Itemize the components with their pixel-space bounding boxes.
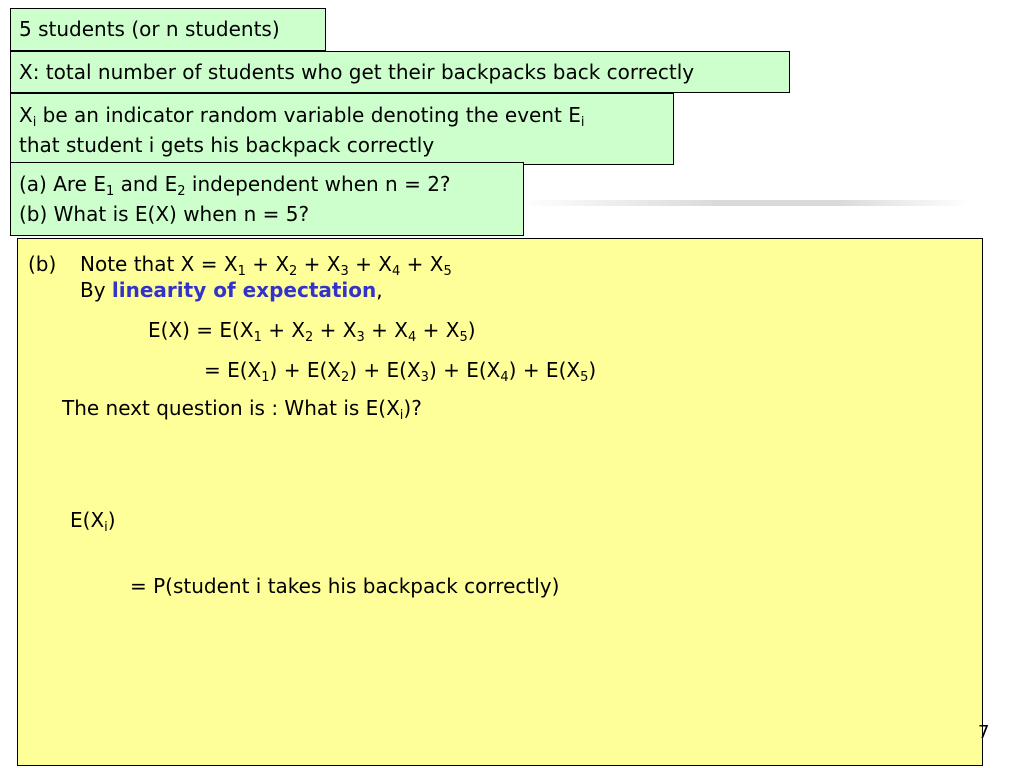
questions-box: (a) Are E1 and E2 independent when n = 2…	[10, 162, 524, 236]
next-question-line: The next question is : What is E(Xi)?	[62, 396, 422, 423]
probability-line: = P(student i takes his backpack correct…	[130, 574, 560, 598]
expectation-line: E(X) = E(X1 + X2 + X3 + X4 + X5)	[148, 318, 476, 345]
problem-statement-box: 5 students (or n students)	[10, 8, 326, 51]
solution-box: (b) Note that X = X1 + X2 + X3 + X4 + X5…	[17, 238, 983, 766]
definition-x-box: X: total number of students who get thei…	[10, 51, 790, 93]
page-number: 7	[978, 722, 990, 743]
exi-line: E(Xi)	[70, 508, 116, 535]
linearity-line: By linearity of expectation,	[80, 278, 383, 302]
definition-xi-box: Xi be an indicator random variable denot…	[10, 93, 674, 165]
question-a: (a) Are E1 and E2 independent when n = 2…	[19, 172, 451, 199]
linearity-of-expectation: linearity of expectation	[111, 278, 377, 302]
question-b: (b) What is E(X) when n = 5?	[19, 202, 310, 226]
definition-x: X: total number of students who get thei…	[19, 60, 695, 84]
note-that-line: Note that X = X1 + X2 + X3 + X4 + X5	[80, 252, 452, 279]
definition-xi-line2: that student i gets his backpack correct…	[19, 133, 435, 157]
decorative-divider	[520, 200, 970, 206]
problem-statement: 5 students (or n students)	[19, 17, 280, 41]
expectation-sum-line: = E(X1) + E(X2) + E(X3) + E(X4) + E(X5)	[204, 358, 597, 385]
definition-xi-line1: Xi be an indicator random variable denot…	[19, 103, 585, 130]
solution-label: (b)	[28, 252, 57, 276]
